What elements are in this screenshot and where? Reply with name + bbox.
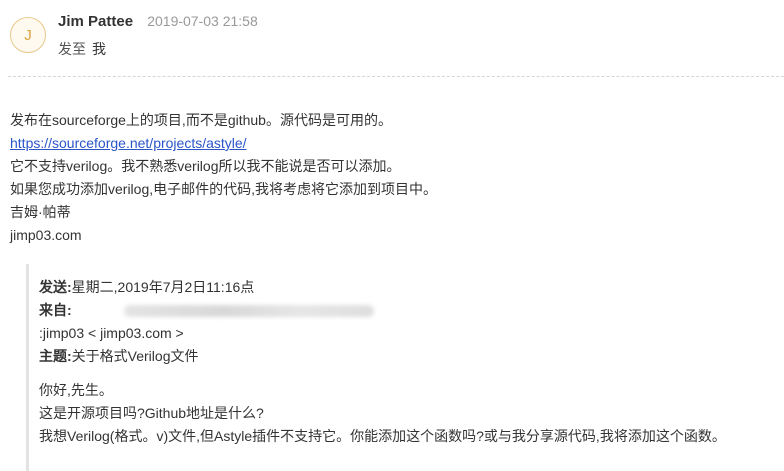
body-line: 发布在sourceforge上的项目,而不是github。源代码是可用的。 (10, 112, 392, 128)
quote-text: 你好,先生。 这是开源项目吗?Github地址是什么? 我想Verilog(格式… (39, 379, 784, 448)
subject-label: 主题: (39, 348, 72, 364)
quote-line: 你好,先生。 (39, 382, 113, 398)
header-divider (8, 76, 784, 77)
quote-meta: 发送:星期二,2019年7月2日11:16点 来自: :jimp03 < jim… (39, 264, 784, 368)
subject-value: 关于格式Verilog文件 (71, 348, 199, 364)
sent-label: 发送: (39, 279, 72, 295)
recipient-me[interactable]: 我 (92, 41, 106, 57)
signature-name: 吉姆·帕蒂 (10, 204, 71, 220)
body-line: 它不支持verilog。我不熟悉verilog所以我不能说是否可以添加。 (10, 158, 401, 174)
redacted-from-address (123, 305, 374, 318)
from-label: 来自: (39, 302, 72, 318)
sent-time: 2019-07-03 21:58 (147, 13, 258, 29)
quote-line: 这是开源项目吗?Github地址是什么? (39, 405, 264, 421)
sender-name[interactable]: Jim Pattee (58, 13, 133, 30)
signature-site: jimp03.com (10, 227, 82, 243)
quoted-message: 发送:星期二,2019年7月2日11:16点 来自: :jimp03 < jim… (26, 264, 784, 471)
sender-header: Jim Pattee 2019-07-03 21:58 (58, 13, 258, 30)
quote-sent-row: 发送:星期二,2019年7月2日11:16点 (39, 276, 784, 299)
sent-value: 星期二,2019年7月2日11:16点 (71, 279, 255, 295)
sender-avatar[interactable]: J (10, 17, 46, 53)
message-body: 发布在sourceforge上的项目,而不是github。源代码是可用的。 ht… (10, 109, 780, 247)
quote-to-row: :jimp03 < jimp03.com > (39, 325, 184, 341)
body-line: 如果您成功添加verilog,电子邮件的代码,我将考虑将它添加到项目中。 (10, 181, 438, 197)
to-label: 发至 (58, 41, 86, 57)
avatar-letter: J (24, 26, 32, 44)
project-link[interactable]: https://sourceforge.net/projects/astyle/ (10, 135, 247, 151)
quote-line: 我想Verilog(格式。v)文件,但Astyle插件不支持它。你能添加这个函数… (39, 428, 726, 444)
quote-from-row: 来自: (39, 299, 784, 322)
quote-subject-row: 主题:关于格式Verilog文件 (39, 345, 784, 368)
recipient-line: 发至我 (58, 39, 106, 59)
